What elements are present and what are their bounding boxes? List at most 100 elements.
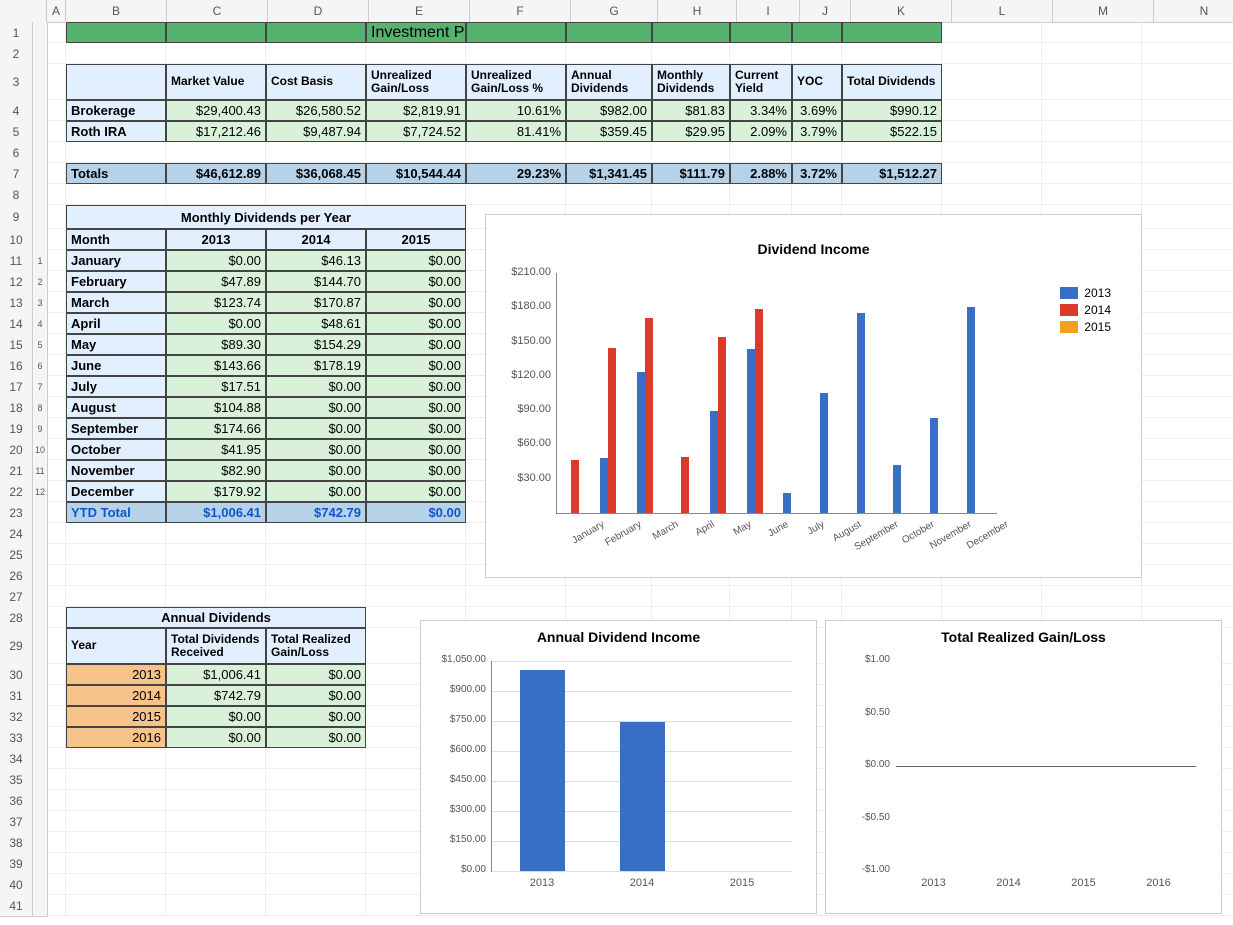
cell[interactable] [266,811,366,832]
month-value[interactable]: $170.87 [266,292,366,313]
summary-value[interactable]: $522.15 [842,121,942,142]
cell[interactable] [792,184,842,205]
cell[interactable] [1042,100,1142,121]
cell[interactable] [266,769,366,790]
cell[interactable] [942,22,1042,43]
row-header[interactable]: 10 [0,229,33,251]
annual-dividends[interactable]: $742.79 [166,685,266,706]
cell[interactable] [48,727,66,748]
month-value[interactable]: $0.00 [366,397,466,418]
row-header[interactable]: 14 [0,313,33,335]
cell[interactable] [566,43,652,64]
month-name[interactable]: June [66,355,166,376]
summary-header[interactable]: Cost Basis [266,64,366,100]
cell[interactable] [48,205,66,229]
month-name[interactable]: May [66,334,166,355]
monthly-header[interactable]: 2015 [366,229,466,250]
month-value[interactable]: $123.74 [166,292,266,313]
cell[interactable] [1042,121,1142,142]
cell[interactable] [652,43,730,64]
summary-row-name[interactable]: Brokerage [66,100,166,121]
cell[interactable] [466,43,566,64]
cell[interactable] [48,664,66,685]
cell[interactable] [1142,565,1233,586]
month-value[interactable]: $179.92 [166,481,266,502]
cell[interactable] [48,334,66,355]
cell[interactable] [48,313,66,334]
cell[interactable] [1142,313,1233,334]
summary-value[interactable]: $9,487.94 [266,121,366,142]
cell[interactable] [266,853,366,874]
annual-year[interactable]: 2016 [66,727,166,748]
chart-dividend-income[interactable]: Dividend Income 201320142015 $30.00$60.0… [485,214,1142,578]
cell[interactable] [942,100,1042,121]
cell[interactable] [1042,163,1142,184]
cell[interactable] [66,184,166,205]
cell[interactable] [66,43,166,64]
cell[interactable] [48,64,66,100]
row-header[interactable]: 11 [0,250,33,272]
cell[interactable] [1142,523,1233,544]
cell[interactable] [48,22,66,43]
cell[interactable] [1042,184,1142,205]
cell[interactable] [48,502,66,523]
cell[interactable] [1142,250,1233,271]
summary-value[interactable]: 2.09% [730,121,792,142]
row-header[interactable]: 40 [0,874,33,896]
cell[interactable] [66,874,166,895]
cell[interactable] [266,43,366,64]
totals-value[interactable]: $36,068.45 [266,163,366,184]
cell[interactable] [1142,292,1233,313]
month-value[interactable]: $0.00 [366,460,466,481]
row-header[interactable]: 21 [0,460,33,482]
cell[interactable] [566,142,652,163]
row-header[interactable]: 35 [0,769,33,791]
cell[interactable] [1142,121,1233,142]
cell[interactable] [48,790,66,811]
cell[interactable] [1042,22,1142,43]
cell[interactable] [652,22,730,43]
annual-gainloss[interactable]: $0.00 [266,685,366,706]
cell[interactable] [48,355,66,376]
month-value[interactable]: $41.95 [166,439,266,460]
cell[interactable] [1142,184,1233,205]
cell[interactable] [66,748,166,769]
cell[interactable] [166,142,266,163]
row-header[interactable]: 2 [0,43,33,65]
month-value[interactable]: $174.66 [166,418,266,439]
cell[interactable] [48,628,66,664]
totals-value[interactable]: $46,612.89 [166,163,266,184]
ytd-label[interactable]: YTD Total [66,502,166,523]
cell[interactable] [730,142,792,163]
month-name[interactable]: November [66,460,166,481]
row-header[interactable]: 22 [0,481,33,503]
summary-header[interactable]: Total Dividends [842,64,942,100]
summary-value[interactable]: 3.34% [730,100,792,121]
cell[interactable] [1142,397,1233,418]
column-header[interactable]: B [66,0,167,23]
row-header[interactable]: 20 [0,439,33,461]
month-value[interactable]: $0.00 [366,355,466,376]
monthly-header[interactable]: 2013 [166,229,266,250]
cell[interactable] [842,22,942,43]
cell[interactable] [48,853,66,874]
cell[interactable] [266,544,366,565]
cell[interactable] [366,523,466,544]
summary-value[interactable]: $2,819.91 [366,100,466,121]
cell[interactable] [1142,544,1233,565]
cell[interactable] [48,121,66,142]
totals-value[interactable]: 29.23% [466,163,566,184]
cell[interactable] [730,22,792,43]
cell[interactable] [730,586,792,607]
row-header[interactable]: 6 [0,142,33,164]
month-value[interactable]: $144.70 [266,271,366,292]
row-header[interactable]: 34 [0,748,33,770]
month-value[interactable]: $0.00 [366,376,466,397]
row-header[interactable]: 28 [0,607,33,629]
month-value[interactable]: $0.00 [366,481,466,502]
row-header[interactable]: 8 [0,184,33,206]
column-header[interactable]: E [369,0,470,23]
row-header[interactable]: 13 [0,292,33,314]
column-header[interactable]: N [1154,0,1233,23]
row-header[interactable]: 29 [0,628,33,665]
